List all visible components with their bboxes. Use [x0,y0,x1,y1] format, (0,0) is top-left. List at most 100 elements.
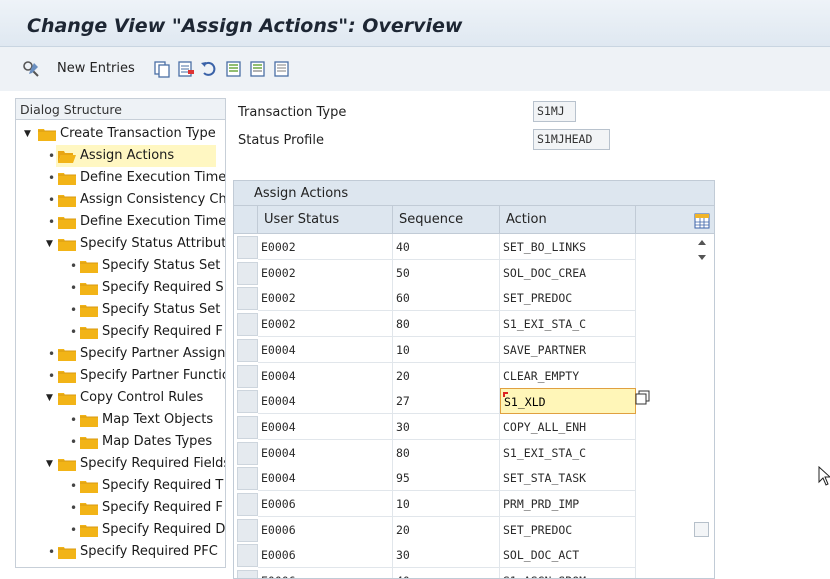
tree-item[interactable]: • Specify Required T [16,475,225,497]
action-cell[interactable]: SET_BO_LINKS [500,234,636,260]
expand-arrow-icon[interactable]: ▼ [46,233,56,255]
select-all-rows-button[interactable] [234,206,258,234]
delete-icon[interactable] [177,60,195,78]
sequence-cell[interactable]: 10 [393,336,500,363]
user-status-cell[interactable]: E0004 [258,336,393,363]
tree-item[interactable]: • Specify Required F [16,321,225,343]
value-help-icon[interactable] [635,390,651,406]
row-select-button[interactable] [237,518,258,542]
row-select-button[interactable] [237,570,258,578]
action-cell[interactable]: PRM_PRD_IMP [500,491,636,517]
select-all-icon[interactable] [225,60,243,78]
user-status-cell[interactable]: E0004 [258,388,393,415]
tree-item[interactable]: ▼ Specify Required Fields [16,453,225,475]
tree-item[interactable]: • Specify Partner Assign [16,343,225,365]
tree-item[interactable]: • Map Text Objects [16,409,225,431]
action-cell[interactable]: S1_EXI_STA_C [500,311,636,338]
column-header-user-status[interactable]: User Status [258,206,393,234]
row-select-button[interactable] [237,415,258,439]
column-header-action[interactable]: Action [500,206,636,234]
tree-item-label: Specify Required D [102,522,226,537]
column-header-sequence[interactable]: Sequence [393,206,500,234]
row-select-button[interactable] [237,544,258,568]
row-select-button[interactable] [237,287,258,311]
expand-arrow-icon[interactable]: ▼ [46,453,56,475]
row-select-button[interactable] [237,493,258,516]
user-status-cell[interactable]: E0006 [258,542,393,569]
row-select-button[interactable] [237,441,258,465]
action-cell[interactable]: S1_XLD [500,388,636,415]
tree-item[interactable]: • Define Execution Time [16,167,225,189]
tree-item-label: Specify Partner Function [80,368,226,383]
user-status-cell[interactable]: E0002 [258,311,393,338]
user-status-cell[interactable]: E0002 [258,259,393,286]
user-status-cell[interactable]: E0002 [258,285,393,312]
expand-arrow-icon[interactable]: ▼ [46,387,56,409]
tree-item[interactable]: • Assign Consistency Check [16,189,225,211]
action-cell[interactable]: SOL_DOC_ACT [500,542,636,569]
display-change-icon[interactable] [22,60,42,78]
tree-item[interactable]: • Specify Required F [16,497,225,519]
undo-icon[interactable] [200,60,218,78]
sequence-cell[interactable]: 80 [393,439,500,466]
action-cell[interactable]: SET_PREDOC [500,516,636,543]
row-select-button[interactable] [237,467,258,491]
user-status-cell[interactable]: E0004 [258,439,393,466]
sequence-cell[interactable]: 20 [393,362,500,389]
action-cell[interactable]: COPY_ALL_ENH [500,413,636,440]
tree-item[interactable]: • Specify Required PFC [16,541,225,563]
sequence-cell[interactable]: 80 [393,311,500,338]
sequence-cell[interactable]: 10 [393,491,500,517]
row-select-button[interactable] [237,261,258,285]
tree-item[interactable]: • Specify Partner Function [16,365,226,387]
user-status-cell[interactable]: E0004 [258,413,393,440]
sequence-cell[interactable]: 20 [393,516,500,543]
sequence-cell[interactable]: 40 [393,568,500,578]
copy-icon[interactable] [153,60,171,78]
user-status-cell[interactable]: E0006 [258,516,393,543]
user-status-cell[interactable]: E0006 [258,568,393,578]
row-select-button[interactable] [237,390,258,414]
action-cell[interactable]: CLEAR_EMPTY [500,362,636,389]
action-cell[interactable]: SET_PREDOC [500,285,636,312]
user-status-cell[interactable]: E0004 [258,362,393,389]
tree-item[interactable]: • Specify Status Set [16,299,225,321]
row-select-button[interactable] [237,313,258,337]
sequence-cell[interactable]: 95 [393,465,500,492]
sequence-cell[interactable]: 40 [393,234,500,260]
user-status-cell[interactable]: E0002 [258,234,393,260]
tree-item[interactable]: ▼ Copy Control Rules [16,387,225,409]
tree-item[interactable]: ▼ Specify Status Attributes [16,233,225,255]
sequence-cell[interactable]: 60 [393,285,500,312]
tree-item[interactable]: • Specify Required D [16,519,226,541]
tree-item[interactable]: • Assign Actions [16,145,225,167]
new-entries-button[interactable]: New Entries [57,61,135,76]
action-cell[interactable]: SOL_DOC_CREA [500,259,636,286]
user-status-cell[interactable]: E0006 [258,491,393,517]
action-cell[interactable]: S1_EXI_STA_C [500,439,636,466]
deselect-all-icon[interactable] [273,60,291,78]
scroll-up-icon[interactable] [697,238,707,246]
sequence-cell[interactable]: 50 [393,259,500,286]
scroll-thumb[interactable] [694,522,709,537]
tree-item[interactable]: • Map Dates Types [16,431,225,453]
tree-item[interactable]: • Define Execution Time [16,211,225,233]
select-block-icon[interactable] [249,60,267,78]
vertical-scrollbar[interactable] [692,234,712,578]
sequence-cell[interactable]: 30 [393,413,500,440]
row-select-button[interactable] [237,338,258,362]
expand-arrow-icon[interactable]: ▼ [24,123,34,145]
sequence-cell[interactable]: 27 [393,388,500,415]
row-select-button[interactable] [237,236,258,259]
sequence-cell[interactable]: 30 [393,542,500,569]
user-status-cell[interactable]: E0004 [258,465,393,492]
action-cell[interactable]: S1_ASGN_SRQM [500,568,636,578]
row-select-button[interactable] [237,364,258,388]
table-settings-icon[interactable] [694,213,710,229]
action-cell[interactable]: SET_STA_TASK [500,465,636,492]
tree-item[interactable]: • Specify Status Set [16,255,225,277]
scroll-down-icon[interactable] [697,254,707,262]
action-cell[interactable]: SAVE_PARTNER [500,336,636,363]
tree-item[interactable]: ▼ Create Transaction Type [16,123,225,145]
tree-item[interactable]: • Specify Required S [16,277,225,299]
